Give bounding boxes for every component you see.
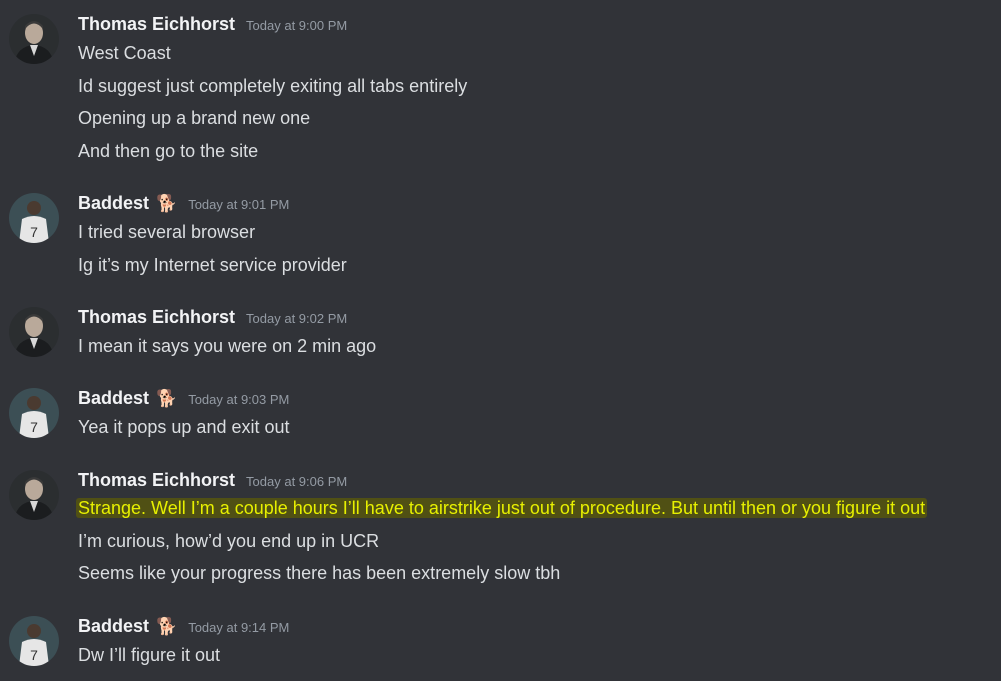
avatar-thomas[interactable]: [9, 307, 59, 357]
username[interactable]: Baddest: [78, 388, 149, 409]
avatar-thomas[interactable]: [9, 14, 59, 64]
message-text: Seems like your progress there has been …: [78, 563, 561, 583]
username[interactable]: Baddest: [78, 193, 149, 214]
message-header: Thomas Eichhorst Today at 9:00 PM: [78, 14, 347, 38]
dog-emoji-icon: 🐕: [156, 194, 178, 213]
dog-emoji-icon: 🐕: [156, 617, 178, 636]
username[interactable]: Baddest: [78, 616, 149, 637]
message-text: I mean it says you were on 2 min ago: [78, 336, 377, 356]
svg-text:7: 7: [30, 419, 38, 435]
username[interactable]: Thomas Eichhorst: [78, 307, 235, 328]
username[interactable]: Thomas Eichhorst: [78, 14, 235, 35]
message-header: Baddest 🐕 Today at 9:01 PM: [78, 193, 289, 217]
message-text: I’m curious, how’d you end up in UCR: [78, 531, 380, 551]
timestamp: Today at 9:00 PM: [246, 18, 348, 33]
message-text: I tried several browser: [78, 222, 256, 242]
message-text: Ig it’s my Internet service provider: [78, 255, 347, 275]
timestamp: Today at 9:03 PM: [188, 392, 290, 407]
timestamp: Today at 9:01 PM: [188, 197, 290, 212]
timestamp: Today at 9:06 PM: [246, 474, 348, 489]
message-text: Id suggest just completely exiting all t…: [78, 76, 468, 96]
message-header: Thomas Eichhorst Today at 9:06 PM: [78, 470, 347, 494]
svg-text:7: 7: [30, 647, 38, 663]
chat-messages: Thomas Eichhorst Today at 9:00 PM West C…: [0, 0, 1001, 681]
avatar-baddest[interactable]: 7: [9, 193, 59, 243]
avatar-baddest[interactable]: 7: [9, 616, 59, 666]
highlighted-text: Strange. Well I’m a couple hours I’ll ha…: [76, 498, 928, 518]
message-header: Baddest 🐕 Today at 9:14 PM: [78, 616, 289, 640]
message-text-highlighted: Strange. Well I’m a couple hours I’ll ha…: [76, 496, 928, 520]
timestamp: Today at 9:14 PM: [188, 620, 290, 635]
message-text: And then go to the site: [78, 141, 259, 161]
message-header: Baddest 🐕 Today at 9:03 PM: [78, 388, 289, 412]
message-text: Dw I’ll figure it out: [78, 645, 221, 665]
message-header: Thomas Eichhorst Today at 9:02 PM: [78, 307, 347, 331]
avatar-thomas[interactable]: [9, 470, 59, 520]
avatar-baddest[interactable]: 7: [9, 388, 59, 438]
svg-text:7: 7: [30, 224, 38, 240]
dog-emoji-icon: 🐕: [156, 389, 178, 408]
message-text: West Coast: [78, 43, 171, 63]
username[interactable]: Thomas Eichhorst: [78, 470, 235, 491]
message-text: Opening up a brand new one: [78, 108, 311, 128]
message-text: Yea it pops up and exit out: [78, 417, 290, 437]
timestamp: Today at 9:02 PM: [246, 311, 348, 326]
